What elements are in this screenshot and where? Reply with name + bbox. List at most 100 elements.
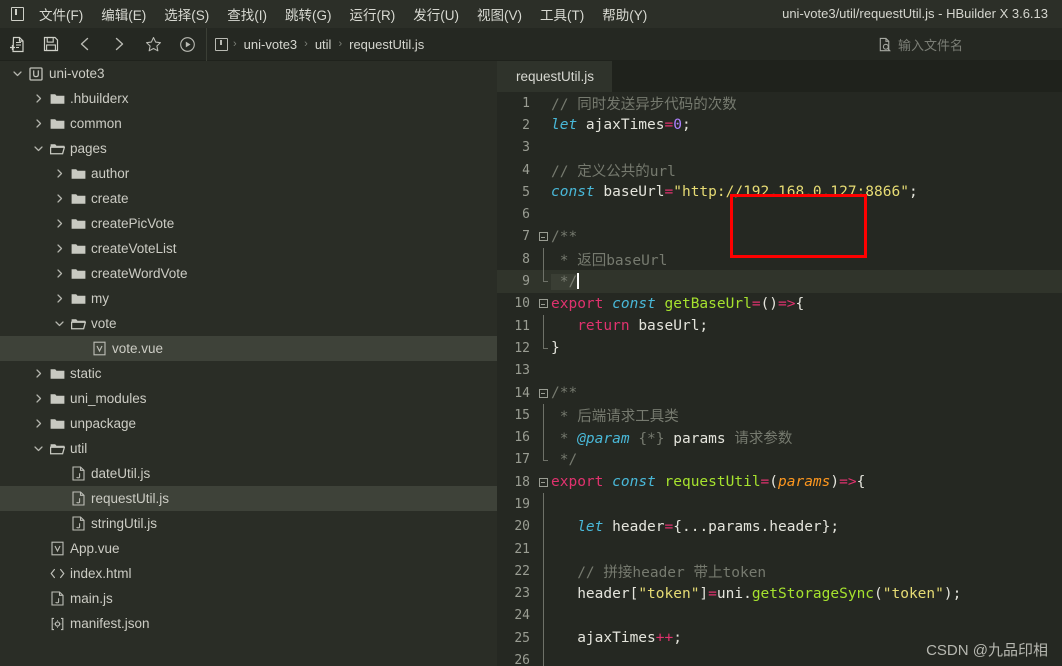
tree-item-vote-vue[interactable]: vote.vue <box>0 336 497 361</box>
menu-help[interactable]: 帮助(Y) <box>593 1 656 27</box>
tree-item-author[interactable]: author <box>0 161 497 186</box>
breadcrumb-item-folder[interactable]: util <box>311 35 336 54</box>
menu-view[interactable]: 视图(V) <box>468 1 531 27</box>
breadcrumb-item-file[interactable]: requestUtil.js <box>345 35 428 54</box>
menu-find[interactable]: 查找(I) <box>218 1 276 27</box>
fold-collapse-icon[interactable] <box>535 382 551 404</box>
fold-guide-line <box>535 649 551 666</box>
fold-gutter-empty <box>535 92 551 114</box>
run-play-icon[interactable] <box>170 28 204 61</box>
tree-item-create[interactable]: create <box>0 186 497 211</box>
code-line[interactable]: 6 <box>497 203 1062 225</box>
star-icon[interactable] <box>136 28 170 61</box>
tree-item-manifest-json[interactable]: manifest.json <box>0 611 497 636</box>
menu-select[interactable]: 选择(S) <box>155 1 218 27</box>
chevron-right-icon[interactable] <box>50 236 68 261</box>
chevron-down-icon[interactable] <box>50 311 68 336</box>
code-line[interactable]: 20 let header={...params.header}; <box>497 515 1062 538</box>
tree-item-createpicvote[interactable]: createPicVote <box>0 211 497 236</box>
tree-item-uni-vote3[interactable]: uni-vote3 <box>0 61 497 86</box>
code-line[interactable]: 21 <box>497 537 1062 561</box>
menu-publish[interactable]: 发行(U) <box>404 1 468 27</box>
tree-item-unpackage[interactable]: unpackage <box>0 411 497 436</box>
code-line[interactable]: 19 <box>497 493 1062 516</box>
folder-icon <box>47 361 67 386</box>
tree-item-app-vue[interactable]: App.vue <box>0 536 497 561</box>
code-line[interactable]: 15 * 后端请求工具类 <box>497 404 1062 427</box>
chevron-right-icon[interactable] <box>50 186 68 211</box>
tree-item-hbuilderx[interactable]: .hbuilderx <box>0 86 497 111</box>
code-line[interactable]: 7 /** <box>497 226 1062 248</box>
search-input[interactable]: 输入文件名 <box>898 35 1048 54</box>
chevron-right-icon[interactable] <box>50 261 68 286</box>
code-line[interactable]: 18 export const requestUtil=(params)=>{ <box>497 471 1062 493</box>
new-file-icon[interactable] <box>0 28 34 61</box>
tree-item-vote[interactable]: vote <box>0 311 497 336</box>
menu-goto[interactable]: 跳转(G) <box>276 1 341 27</box>
tree-item-uni-modules[interactable]: uni_modules <box>0 386 497 411</box>
fold-guide-line <box>535 537 551 561</box>
tree-item-my[interactable]: my <box>0 286 497 311</box>
code-line[interactable]: 8 * 返回baseUrl <box>497 248 1062 271</box>
chevron-down-icon[interactable] <box>29 136 47 161</box>
code-content[interactable]: 1 // 同时发送异步代码的次数 2 let ajaxTimes=0; 3 4 // 定义公… <box>497 92 1062 666</box>
code-line[interactable]: 17 */ <box>497 448 1062 471</box>
tree-item-requestutil-js[interactable]: requestUtil.js <box>0 486 497 511</box>
fold-collapse-icon[interactable] <box>535 293 551 315</box>
menu-run[interactable]: 运行(R) <box>341 1 405 27</box>
file-search-box[interactable]: 输入文件名 <box>872 28 1062 61</box>
tree-item-static[interactable]: static <box>0 361 497 386</box>
menu-edit[interactable]: 编辑(E) <box>92 1 155 27</box>
code-line[interactable]: 4 // 定义公共的url <box>497 159 1062 181</box>
code-line[interactable]: 10 export const getBaseUrl=()=>{ <box>497 293 1062 315</box>
code-line[interactable]: 1 // 同时发送异步代码的次数 <box>497 92 1062 114</box>
code-line[interactable]: 24 <box>497 604 1062 628</box>
tree-item-main-js[interactable]: main.js <box>0 586 497 611</box>
code-text: */ <box>551 273 579 291</box>
code-line[interactable]: 12} <box>497 337 1062 359</box>
code-line[interactable]: 3 <box>497 137 1062 159</box>
code-line[interactable]: 5 const baseUrl="http://192.168.0.127:886… <box>497 181 1062 203</box>
tree-item-label: vote <box>91 316 117 331</box>
chevron-right-icon[interactable] <box>50 161 68 186</box>
tree-item-stringutil-js[interactable]: stringUtil.js <box>0 511 497 536</box>
code-line[interactable]: 9 */ <box>497 270 1062 293</box>
forward-arrow-icon[interactable] <box>102 28 136 61</box>
tree-item-pages[interactable]: pages <box>0 136 497 161</box>
chevron-right-icon[interactable] <box>50 286 68 311</box>
code-line[interactable]: 14 /** <box>497 382 1062 404</box>
line-number: 8 <box>522 251 530 267</box>
tab-requestUtil-js[interactable]: requestUtil.js <box>497 61 613 92</box>
tree-item-createwordvote[interactable]: createWordVote <box>0 261 497 286</box>
breadcrumb-item-project[interactable]: uni-vote3 <box>240 35 301 54</box>
code-line[interactable]: 22 // 拼接header 带上token <box>497 560 1062 583</box>
chevron-right-icon[interactable] <box>29 411 47 436</box>
chevron-down-icon[interactable] <box>8 61 26 86</box>
fold-collapse-icon[interactable] <box>535 471 551 493</box>
window-title: uni-vote3/util/requestUtil.js - HBuilder… <box>782 6 1048 21</box>
tree-item-util[interactable]: util <box>0 436 497 461</box>
code-line[interactable]: 11 return baseUrl; <box>497 314 1062 338</box>
tree-item-common[interactable]: common <box>0 111 497 136</box>
tree-item-index-html[interactable]: index.html <box>0 561 497 586</box>
chevron-right-icon[interactable] <box>29 386 47 411</box>
fold-collapse-icon[interactable] <box>535 226 551 248</box>
chevron-right-icon[interactable] <box>50 211 68 236</box>
project-file-tree[interactable]: uni-vote3 .hbuilderx common pages author crea… <box>0 61 497 666</box>
tree-item-createvotelist[interactable]: createVoteList <box>0 236 497 261</box>
chevron-right-icon[interactable] <box>29 86 47 111</box>
chevron-right-icon[interactable] <box>29 361 47 386</box>
code-line[interactable]: 13 <box>497 360 1062 382</box>
fold-gutter-empty <box>535 137 551 159</box>
chevron-down-icon[interactable] <box>29 436 47 461</box>
code-line[interactable]: 16 * @param {*} params 请求参数 <box>497 426 1062 449</box>
menu-tools[interactable]: 工具(T) <box>531 1 593 27</box>
save-icon[interactable] <box>34 28 68 61</box>
chevron-right-icon[interactable] <box>29 111 47 136</box>
code-line[interactable]: 23 header["token"]=uni.getStorageSync("t… <box>497 582 1062 605</box>
tree-item-dateutil-js[interactable]: dateUtil.js <box>0 461 497 486</box>
code-line[interactable]: 2 let ajaxTimes=0; <box>497 114 1062 136</box>
menu-file[interactable]: 文件(F) <box>30 1 92 27</box>
back-arrow-icon[interactable] <box>68 28 102 61</box>
